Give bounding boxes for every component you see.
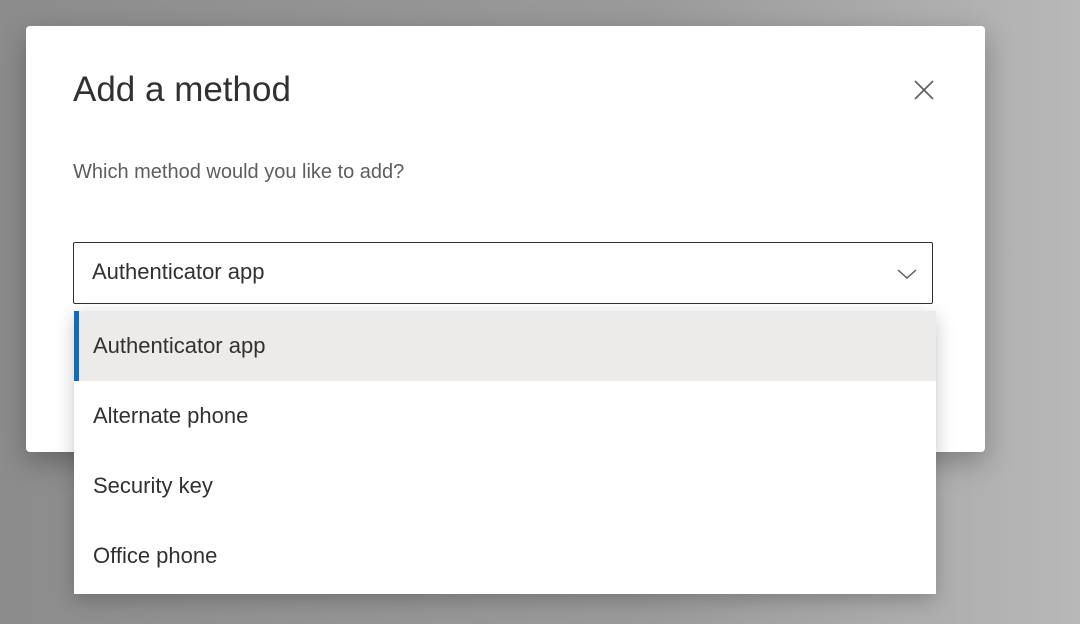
option-label: Security key <box>93 473 213 498</box>
close-icon <box>914 80 934 100</box>
option-security-key[interactable]: Security key <box>74 451 936 521</box>
option-authenticator-app[interactable]: Authenticator app <box>74 311 936 381</box>
method-select-value: Authenticator app <box>92 259 265 284</box>
method-question: Which method would you like to add? <box>73 161 405 183</box>
chevron-down-icon <box>897 269 917 280</box>
option-label: Authenticator app <box>93 333 266 358</box>
method-select[interactable]: Authenticator app <box>73 242 933 304</box>
option-alternate-phone[interactable]: Alternate phone <box>74 381 936 451</box>
dialog-title: Add a method <box>73 70 291 109</box>
close-button[interactable] <box>904 70 944 110</box>
option-office-phone[interactable]: Office phone <box>74 521 936 591</box>
method-dropdown-list: Authenticator app Alternate phone Securi… <box>74 311 936 594</box>
option-label: Office phone <box>93 543 218 568</box>
option-label: Alternate phone <box>93 403 249 428</box>
